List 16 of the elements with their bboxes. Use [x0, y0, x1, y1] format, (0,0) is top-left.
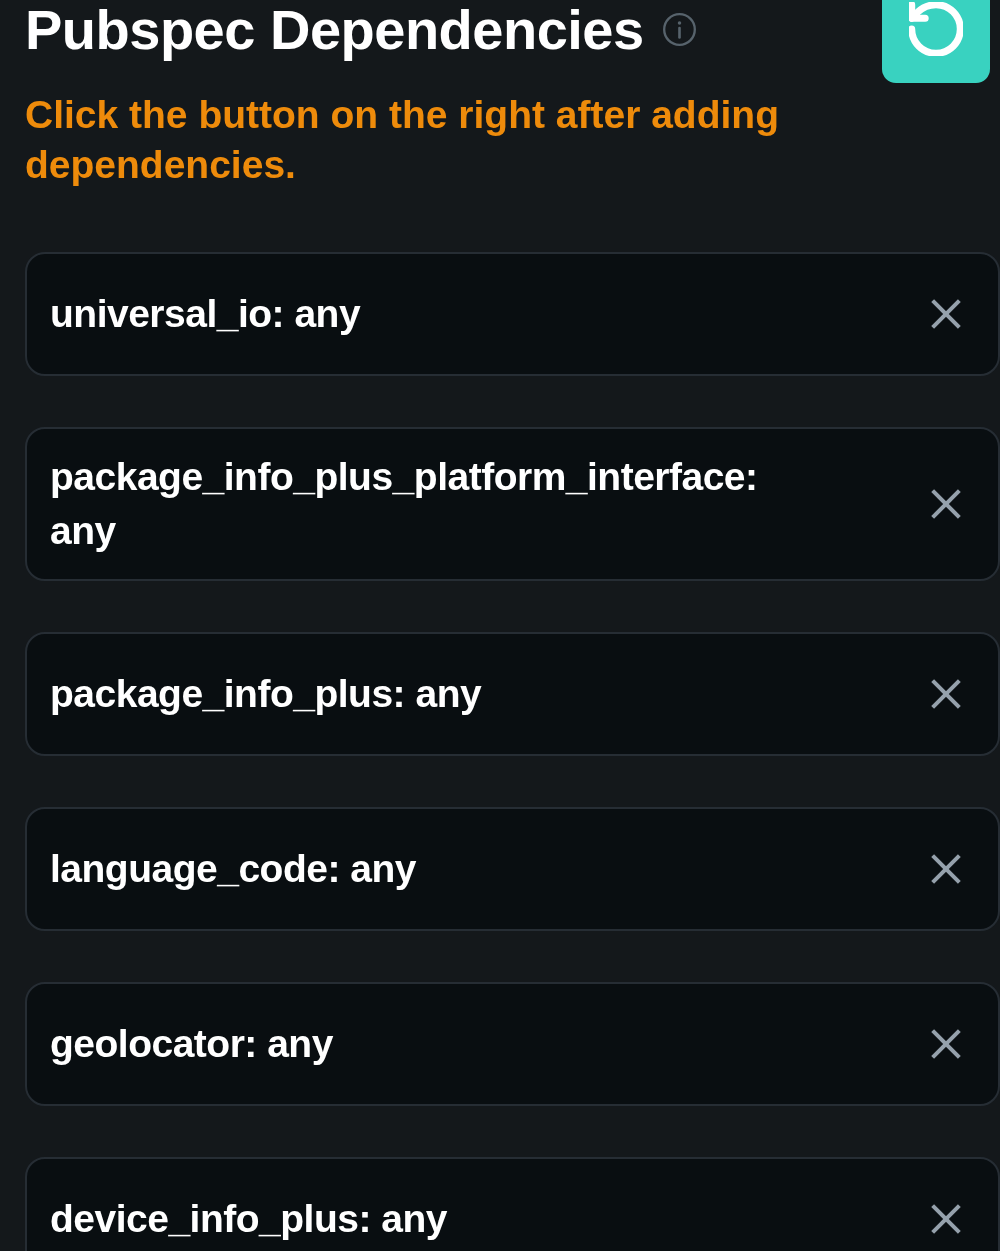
close-icon[interactable]	[930, 298, 962, 330]
dependency-label: geolocator: any	[50, 1021, 334, 1067]
dependency-label: device_info_plus: any	[50, 1196, 448, 1242]
refresh-icon	[909, 2, 963, 56]
dependency-label: language_code: any	[50, 846, 417, 892]
dependency-label: package_info_plus_platform_interface: any	[50, 454, 759, 554]
info-icon[interactable]	[661, 12, 697, 47]
close-icon[interactable]	[930, 853, 962, 885]
dependency-label: universal_io: any	[50, 291, 362, 337]
dependency-label: package_info_plus: any	[50, 671, 483, 717]
section-title: Pubspec Dependencies	[25, 0, 644, 60]
close-icon[interactable]	[930, 1203, 962, 1235]
hint-text: Click the button on the right after adding dependencies.	[25, 92, 780, 188]
close-icon[interactable]	[930, 488, 962, 520]
close-icon[interactable]	[930, 678, 962, 710]
close-icon[interactable]	[930, 1028, 962, 1060]
